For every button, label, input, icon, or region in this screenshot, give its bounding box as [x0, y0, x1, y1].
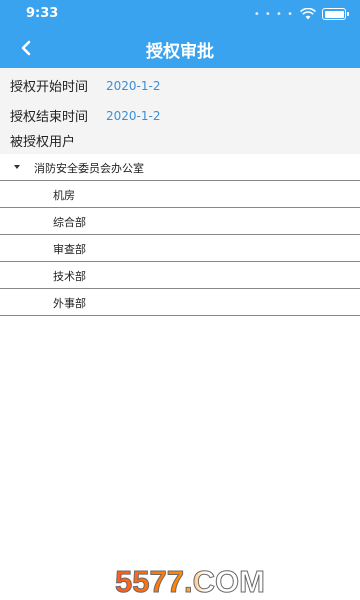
page-title: 授权审批 [146, 42, 214, 62]
tree-root-label: 消防安全委员会办公室 [34, 162, 144, 175]
app-header: 9:33 • • • • 授权审批 [0, 0, 360, 68]
tree-root-node[interactable]: 消防安全委员会办公室 [0, 154, 360, 181]
tree-item-label: 审查部 [53, 243, 86, 256]
status-bar: 9:33 • • • • [0, 0, 360, 28]
signal-icon: • • • • [253, 8, 294, 20]
tree-item-label: 外事部 [53, 297, 86, 310]
status-icons: • • • • [253, 8, 349, 20]
battery-icon [322, 8, 349, 20]
end-time-value[interactable]: 2020-1-2 [106, 109, 160, 123]
status-time: 9:33 [26, 6, 59, 21]
tree-item[interactable]: 外事部 [0, 289, 360, 316]
start-time-value[interactable]: 2020-1-2 [106, 79, 160, 93]
wifi-icon [300, 8, 316, 20]
authorization-form: 授权开始时间 2020-1-2 授权结束时间 2020-1-2 被授权用户 [0, 68, 360, 154]
end-time-label: 授权结束时间 [10, 110, 89, 125]
watermark-logo: 5577.COM [115, 564, 266, 600]
tree-item[interactable]: 机房 [0, 181, 360, 208]
caret-down-icon[interactable] [13, 164, 21, 170]
tree-item[interactable]: 审查部 [0, 235, 360, 262]
tree-item-label: 技术部 [53, 270, 86, 283]
end-time-row[interactable]: 授权结束时间 2020-1-2 [10, 106, 160, 126]
start-time-row[interactable]: 授权开始时间 2020-1-2 [10, 76, 160, 96]
department-tree: 消防安全委员会办公室 机房 综合部 审查部 技术部 外事部 [0, 154, 360, 316]
watermark-text: 5577.COM [115, 564, 265, 599]
nav-bar: 授权审批 [0, 28, 360, 68]
authorized-users-row: 被授权用户 [10, 131, 106, 150]
start-time-label: 授权开始时间 [10, 80, 89, 95]
tree-item-label: 机房 [53, 189, 75, 202]
tree-item[interactable]: 综合部 [0, 208, 360, 235]
authorized-users-label: 被授权用户 [10, 135, 76, 150]
tree-item-label: 综合部 [53, 216, 86, 229]
tree-item[interactable]: 技术部 [0, 262, 360, 289]
